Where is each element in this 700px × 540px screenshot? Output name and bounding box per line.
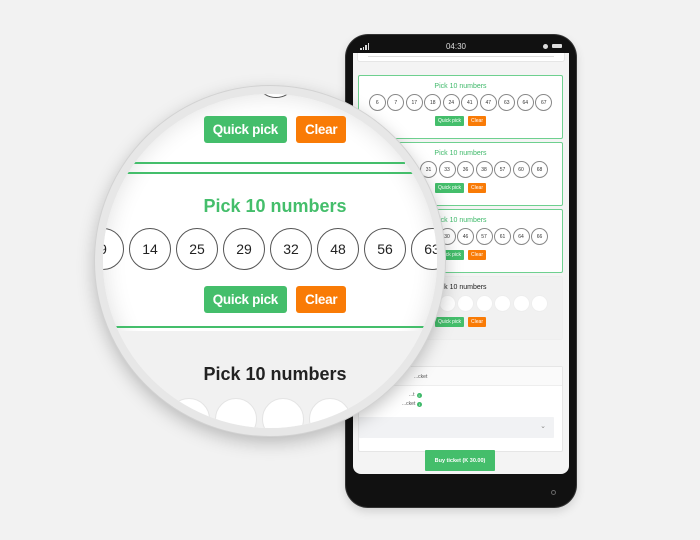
number-ball[interactable]: 29	[223, 228, 265, 270]
quick-pick-button[interactable]: Quick pick	[434, 317, 465, 327]
card-title: Pick 10 numbers	[434, 83, 487, 90]
magnifier-lens: Quick pick Clear Pick 10 numbers 9 14 25…	[95, 86, 445, 436]
clear-button-zoomed[interactable]: Clear	[296, 286, 347, 313]
number-ball[interactable]: 33	[438, 161, 456, 178]
camera-icon	[551, 490, 556, 495]
empty-ball[interactable]	[457, 295, 474, 312]
battery-icon	[552, 44, 562, 48]
number-ball[interactable]: 57	[475, 228, 493, 245]
card-border-line	[105, 172, 425, 174]
quick-pick-button-zoomed[interactable]: Quick pick	[203, 116, 287, 143]
quick-pick-button[interactable]: Quick pick	[434, 183, 465, 193]
empty-ball[interactable]	[512, 295, 530, 312]
card-border-line	[115, 162, 405, 164]
number-ball[interactable]: 64	[516, 94, 534, 111]
clear-button-zoomed[interactable]: Clear	[296, 116, 347, 143]
previous-card	[357, 53, 565, 62]
status-bar: 04:30	[346, 39, 576, 53]
number-ball[interactable]: 68	[531, 161, 548, 178]
card-title-zoomed: Pick 10 numbers	[203, 364, 347, 384]
card-border-line	[105, 326, 435, 328]
number-ball[interactable]: 46	[457, 228, 474, 245]
number-ball[interactable]: 47	[479, 94, 497, 111]
clear-button[interactable]: Clear	[468, 116, 486, 126]
number-ball[interactable]: 14	[129, 228, 171, 270]
number-ball[interactable]: 63	[411, 228, 437, 270]
quick-pick-button[interactable]: Quick pick	[434, 116, 465, 126]
number-ball[interactable]: 57	[494, 161, 511, 178]
number-ball[interactable]: 9	[103, 228, 124, 270]
number-ball[interactable]: 63	[498, 94, 516, 111]
number-ball[interactable]: 25	[176, 228, 218, 270]
empty-ball[interactable]	[494, 295, 511, 312]
number-ball[interactable]: 48	[317, 228, 359, 270]
clear-button[interactable]: Clear	[468, 183, 486, 193]
number-ball[interactable]: 67	[535, 94, 553, 111]
number-ball[interactable]: 38	[475, 161, 493, 178]
number-ball[interactable]: 66	[531, 228, 548, 245]
number-ball[interactable]: 61	[494, 228, 511, 245]
number-ball[interactable]: 60	[512, 161, 530, 178]
clear-button[interactable]: Clear	[468, 317, 486, 327]
empty-ball[interactable]	[168, 398, 210, 428]
number-ball	[255, 94, 297, 98]
number-ball[interactable]: 56	[364, 228, 406, 270]
signal-icon	[360, 42, 369, 50]
quick-pick-button-zoomed[interactable]: Quick pick	[203, 286, 287, 313]
number-ball[interactable]: 32	[270, 228, 312, 270]
number-ball[interactable]: 36	[457, 161, 474, 178]
number-ball[interactable]: 24	[442, 94, 460, 111]
empty-ball[interactable]	[475, 295, 493, 312]
status-time: 04:30	[445, 41, 467, 51]
empty-ball[interactable]	[531, 295, 548, 312]
empty-ball[interactable]	[215, 398, 257, 428]
empty-ball[interactable]	[262, 398, 304, 428]
number-ball[interactable]: 41	[461, 94, 479, 111]
buy-ticket-button[interactable]: Buy ticket (K 30.00)	[425, 450, 495, 471]
card-title-zoomed: Pick 10 numbers	[203, 196, 347, 216]
alarm-icon	[543, 43, 548, 49]
number-ball[interactable]: 64	[512, 228, 530, 245]
chevron-down-icon: ⌄	[540, 423, 546, 430]
clear-button[interactable]: Clear	[468, 250, 486, 260]
number-balls-zoomed: 9 14 25 29 32 48 56 63	[103, 228, 437, 270]
empty-ball[interactable]	[309, 398, 351, 428]
